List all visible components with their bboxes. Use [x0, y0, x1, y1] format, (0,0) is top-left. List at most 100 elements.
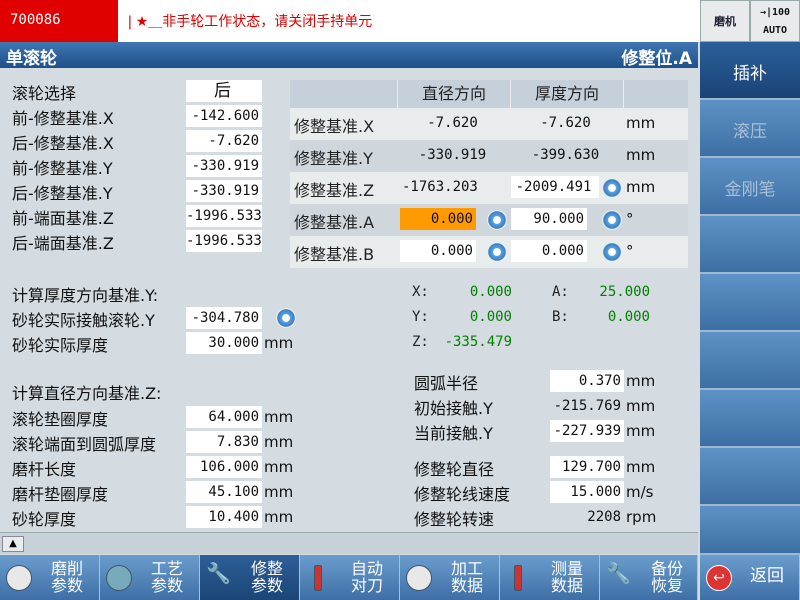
- alarm-message[interactable]: ❘★＿非手轮工作状态，请关闭手持单元: [118, 0, 700, 42]
- contact-roller-label: 砂轮实际接触滚轮.Y: [12, 311, 155, 330]
- row-unit: mm: [626, 114, 656, 132]
- row-label: 修整基准.X: [294, 117, 375, 136]
- softkey-process-params[interactable]: 工艺 参数: [100, 555, 200, 600]
- table-row: 修整基准.Y -330.919 -399.630 mm: [290, 140, 688, 172]
- thickness-value[interactable]: -399.630: [513, 144, 621, 166]
- thickness-value[interactable]: 0.000: [511, 240, 587, 262]
- softkey-diamond-pen[interactable]: 金刚笔: [700, 158, 800, 216]
- chevron-up-icon[interactable]: ▲: [2, 536, 24, 552]
- mode-indicator: →|100 AUTO: [750, 0, 800, 42]
- row-label: 修整基准.B: [294, 245, 375, 264]
- softkey-interpolation[interactable]: 插补: [700, 42, 800, 100]
- pie-icon: [106, 565, 132, 591]
- softkey-empty[interactable]: [700, 216, 800, 274]
- param-value[interactable]: -330.919: [186, 155, 262, 177]
- unit-label: mm: [264, 334, 294, 352]
- row-unit: mm: [626, 178, 656, 196]
- softkey-measure-data[interactable]: 测量 数据: [500, 555, 600, 600]
- param-value[interactable]: -142.600: [186, 105, 262, 127]
- param-value[interactable]: -7.620: [186, 130, 262, 152]
- coord-b-label: B:: [552, 309, 569, 325]
- unit-label: rpm: [626, 508, 657, 526]
- param-value[interactable]: -227.939: [550, 420, 624, 442]
- coord-z-value: -335.479: [444, 334, 512, 350]
- param-label: 磨杆长度: [12, 460, 77, 479]
- wheel-thickness-value[interactable]: 30.000: [186, 332, 262, 354]
- machine-icon[interactable]: 磨机: [700, 0, 750, 42]
- softkey-backup-restore[interactable]: 🔧 备份 恢复: [600, 555, 698, 600]
- softkey-empty[interactable]: [700, 448, 800, 506]
- param-value[interactable]: 10.400: [186, 506, 262, 528]
- softkey-empty[interactable]: [700, 332, 800, 390]
- param-value[interactable]: 129.700: [550, 456, 624, 478]
- coord-x-label: X:: [412, 284, 429, 300]
- diameter-value[interactable]: 0.000: [400, 208, 476, 230]
- thickness-value[interactable]: -7.620: [513, 112, 621, 134]
- diameter-value[interactable]: -7.620: [400, 112, 508, 134]
- row-label: 修整基准.A: [294, 213, 375, 232]
- header-blank: [290, 80, 397, 108]
- softkey-empty[interactable]: [700, 274, 800, 332]
- softkey-back[interactable]: ↩ 返回: [700, 555, 800, 600]
- param-label: 后-修整基准.Y: [12, 184, 113, 203]
- diameter-value[interactable]: -1763.203: [400, 176, 508, 198]
- roller-select-field[interactable]: 后: [186, 80, 262, 102]
- param-label: 砂轮厚度: [12, 510, 77, 529]
- softkey-auto-tool-set[interactable]: 自动 对刀: [300, 555, 400, 600]
- page-title: 单滚轮: [6, 49, 57, 69]
- table-row: 修整基准.B 0.000 0.000 °: [290, 236, 688, 268]
- param-value[interactable]: 64.000: [186, 406, 262, 428]
- param-value[interactable]: -1996.533: [186, 230, 262, 252]
- refresh-icon[interactable]: [602, 242, 622, 262]
- unit-label: mm: [264, 508, 294, 526]
- refresh-icon[interactable]: [602, 210, 622, 230]
- header-diameter: 直径方向: [398, 80, 510, 108]
- alarm-number: 700086: [0, 0, 118, 42]
- param-label: 滚轮垫圈厚度: [12, 410, 109, 429]
- softkey-empty[interactable]: [700, 506, 800, 555]
- softkey-dress-params[interactable]: 🔧 修整 参数: [200, 555, 300, 600]
- coord-y-label: Y:: [412, 309, 429, 325]
- softkey-empty[interactable]: [700, 390, 800, 448]
- refresh-icon[interactable]: [487, 242, 507, 262]
- wrench-icon: 🔧: [606, 561, 631, 585]
- refresh-icon[interactable]: [276, 308, 296, 328]
- param-value[interactable]: -1996.533: [186, 205, 262, 227]
- dress-reference-table: 直径方向 厚度方向 修整基准.X -7.620 -7.620 mm 修整基准.Y…: [290, 80, 688, 268]
- dress-position-label: 修整位.A: [621, 49, 692, 69]
- param-value[interactable]: 7.830: [186, 431, 262, 453]
- param-value[interactable]: 0.370: [550, 370, 624, 392]
- param-value[interactable]: -330.919: [186, 180, 262, 202]
- unit-label: mm: [626, 372, 656, 390]
- contact-roller-value[interactable]: -304.780: [186, 307, 262, 329]
- unit-label: mm: [264, 483, 294, 501]
- thickness-value[interactable]: -2009.491: [511, 176, 599, 198]
- diameter-value[interactable]: -330.919: [400, 144, 508, 166]
- softkey-machining-data[interactable]: 加工 数据: [400, 555, 500, 600]
- refresh-icon[interactable]: [602, 178, 622, 198]
- thickness-value[interactable]: 90.000: [511, 208, 587, 230]
- diameter-value[interactable]: 0.000: [400, 240, 476, 262]
- row-label: 修整基准.Y: [294, 149, 373, 168]
- softkey-grinding-params[interactable]: 磨削 参数: [0, 555, 100, 600]
- back-arrow-icon: ↩: [706, 565, 732, 591]
- unit-label: mm: [264, 408, 294, 426]
- wheel-thickness-label: 砂轮实际厚度: [12, 336, 109, 355]
- feed-override: →|100: [759, 7, 791, 18]
- param-value[interactable]: 45.100: [186, 481, 262, 503]
- diameter-section-title: 计算直径方向基准.Z:: [12, 384, 162, 403]
- softkey-rolling[interactable]: 滚压: [700, 100, 800, 158]
- coord-y-value: 0.000: [469, 309, 512, 325]
- coord-z-label: Z:: [412, 334, 429, 350]
- param-value[interactable]: 15.000: [550, 481, 624, 503]
- param-value: 2208: [587, 509, 621, 525]
- param-value[interactable]: 106.000: [186, 456, 262, 478]
- param-label: 当前接触.Y: [414, 424, 493, 443]
- header-unit-blank: [624, 80, 688, 108]
- header-thickness: 厚度方向: [511, 80, 623, 108]
- refresh-icon[interactable]: [487, 210, 507, 230]
- unit-label: mm: [626, 422, 656, 440]
- param-label: 前-修整基准.X: [12, 109, 114, 128]
- param-label: 修整轮直径: [414, 460, 495, 479]
- title-bar: 单滚轮 修整位.A: [0, 42, 698, 69]
